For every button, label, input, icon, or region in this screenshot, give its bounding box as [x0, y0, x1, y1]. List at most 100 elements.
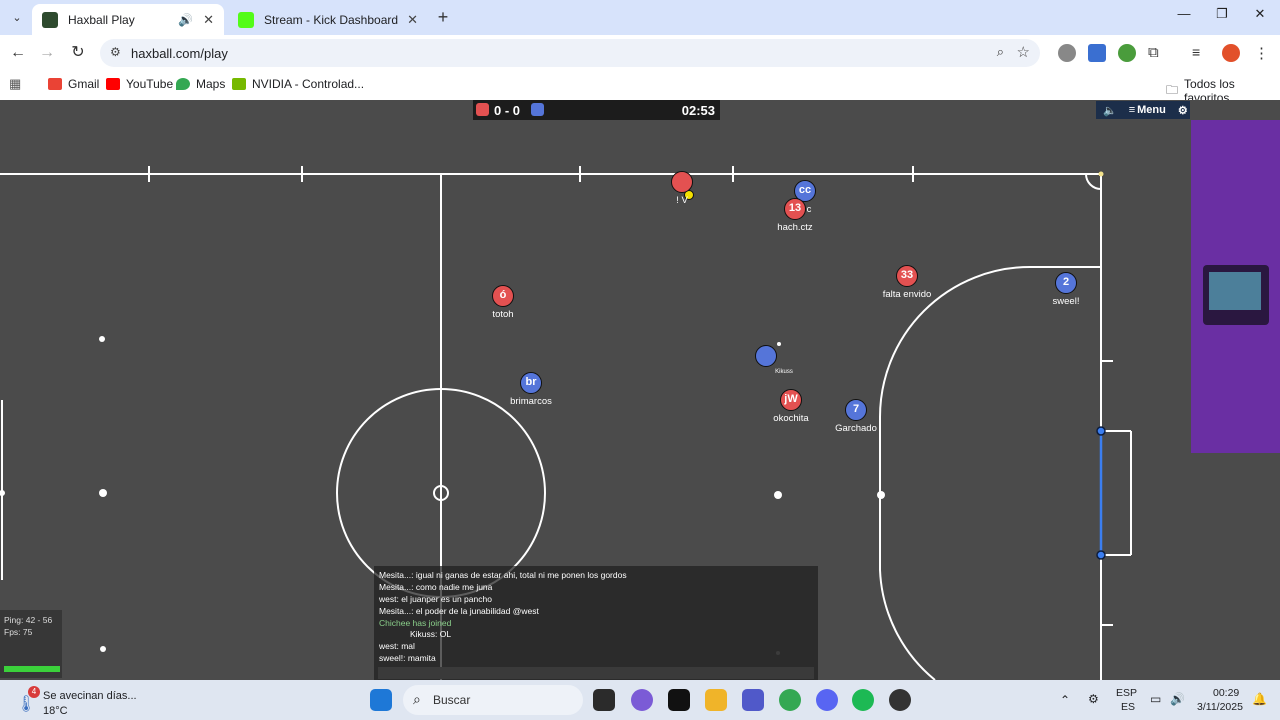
weather-title: Se avecinan días... — [43, 690, 137, 702]
extension-icon[interactable] — [1088, 44, 1106, 62]
player-name: ! V — [676, 195, 688, 206]
blue-team-icon — [531, 103, 544, 116]
menu-button[interactable]: Menu — [1137, 104, 1166, 116]
tab-kick[interactable]: Stream - Kick Dashboard ✕ — [228, 4, 428, 35]
game-menu-bar: 🔈 ≡ Menu ⚙ — [1096, 101, 1190, 119]
copilot-icon[interactable] — [631, 689, 653, 711]
score-bar: 0 - 0 02:53 — [473, 100, 720, 120]
field-marker — [777, 342, 781, 346]
new-tab-button[interactable]: + — [432, 7, 454, 29]
chat-message: west: mal — [379, 641, 415, 651]
search-placeholder: Buscar — [433, 693, 471, 707]
task-view-icon[interactable] — [593, 689, 615, 711]
player-disc: ó — [492, 285, 514, 307]
extensions-puzzle-icon[interactable]: ⧉ — [1148, 44, 1166, 62]
settings-gear-icon[interactable]: ⚙ — [1178, 104, 1188, 117]
chrome-icon[interactable] — [779, 689, 801, 711]
player-name: falta envido — [882, 289, 932, 300]
nvidia-icon — [232, 78, 246, 90]
player-disc: 7 — [845, 399, 867, 421]
goal-post — [1096, 426, 1106, 436]
gmail-icon — [48, 78, 62, 90]
player-name: brimarcos — [510, 396, 552, 407]
monitor-image — [1209, 272, 1261, 310]
teams-icon[interactable] — [742, 689, 764, 711]
close-window-button[interactable]: ✕ — [1242, 6, 1278, 28]
zoom-icon[interactable]: ⌕ — [997, 44, 1004, 60]
app-icon[interactable] — [889, 689, 911, 711]
clock-date[interactable]: 3/11/2025 — [1197, 701, 1243, 713]
media-control-icon[interactable]: ≡ — [1192, 44, 1210, 62]
chat-message: Mesita...: como nadie me juna — [379, 582, 493, 592]
chat-message: Mesita...: igual ni ganas de estar ahi, … — [379, 570, 627, 580]
address-bar[interactable]: ⚙ haxball.com/play ⌕ ☆ — [100, 39, 1040, 67]
player-name: okochita — [773, 413, 809, 424]
tray-app-icon[interactable]: ⚙ — [1088, 692, 1099, 706]
extension-icon[interactable] — [1118, 44, 1136, 62]
search-icon: ⌕ — [413, 691, 421, 707]
volume-icon[interactable]: 🔊 — [1170, 692, 1185, 706]
bookmark-maps[interactable]: Maps — [176, 77, 225, 91]
file-explorer-icon[interactable] — [705, 689, 727, 711]
windows-start-icon[interactable] — [370, 689, 392, 711]
tab-title: Haxball Play — [68, 12, 135, 27]
player-name: c — [806, 204, 812, 215]
player-disc: 33 — [896, 265, 918, 287]
chevron-up-icon[interactable]: ⌃ — [1060, 693, 1070, 707]
close-tab-icon[interactable]: ✕ — [407, 12, 418, 28]
chat-message: Kikuss: OL — [410, 629, 452, 639]
restore-button[interactable]: ❐ — [1204, 6, 1240, 28]
chat-message: Chichee has joined — [379, 618, 452, 628]
forward-button[interactable]: → — [36, 42, 58, 64]
folder-icon: 🗀 — [1166, 82, 1179, 97]
bookmark-gmail[interactable]: Gmail — [48, 77, 99, 91]
minimize-button[interactable]: — — [1166, 6, 1202, 28]
chat-input[interactable] — [378, 667, 814, 679]
bookmark-star-icon[interactable]: ☆ — [1017, 43, 1030, 61]
tab-haxball[interactable]: Haxball Play 🔊 ✕ — [32, 4, 224, 35]
player-disc: jW — [780, 389, 802, 411]
site-info-icon[interactable]: ⚙ — [110, 45, 121, 59]
player-name: totoh — [492, 309, 514, 320]
corner-post — [1098, 171, 1104, 177]
chat-box: Mesita...: igual ni ganas de estar ahi, … — [374, 566, 818, 680]
taskbar: 🌡 4 Se avecinan días... 18°C ⌕ Buscar ⌃ … — [0, 680, 1280, 720]
language-bottom[interactable]: ES — [1121, 701, 1135, 713]
game-viewport[interactable]: 0 - 0 02:53 🔈 ≡ Menu ⚙ ! V cc c 13 hach.… — [0, 100, 1280, 680]
bookmark-label: Gmail — [68, 77, 100, 91]
profile-avatar[interactable] — [1222, 44, 1240, 62]
notifications-icon[interactable]: 🔔 — [1252, 692, 1267, 706]
network-icon[interactable]: ▭ — [1150, 692, 1161, 706]
chat-message: sweel!: mamita — [379, 653, 436, 663]
chat-message: Mesita...: el poder de la junabilidad @w… — [379, 606, 539, 616]
capcut-icon[interactable] — [668, 689, 690, 711]
hamburger-icon[interactable]: ≡ — [1129, 104, 1135, 116]
url-text[interactable]: haxball.com/play — [131, 46, 228, 61]
spotify-icon[interactable] — [852, 689, 874, 711]
tab-strip: ⌄ Haxball Play 🔊 ✕ Stream - Kick Dashboa… — [0, 0, 1280, 35]
red-team-icon — [476, 103, 489, 116]
bookmark-youtube[interactable]: YouTube — [106, 77, 173, 91]
apps-grid-icon[interactable]: ▦ — [9, 77, 23, 91]
close-tab-icon[interactable]: ✕ — [203, 12, 214, 28]
player-name: Garchado — [835, 423, 877, 434]
score-text: 0 - 0 — [494, 103, 521, 118]
field-marker — [0, 490, 5, 496]
reload-button[interactable]: ↻ — [67, 42, 89, 64]
extension-icon[interactable] — [1058, 44, 1076, 62]
taskbar-search[interactable]: ⌕ Buscar — [403, 685, 583, 715]
bookmark-nvidia[interactable]: NVIDIA - Controlad... — [232, 77, 364, 91]
tab-search-button[interactable]: ⌄ — [6, 8, 28, 28]
more-menu-icon[interactable]: ⋮ — [1254, 44, 1272, 62]
player-disc: 2 — [1055, 272, 1077, 294]
player-disc — [755, 345, 777, 367]
clock-time[interactable]: 00:29 — [1213, 687, 1239, 699]
discord-icon[interactable] — [816, 689, 838, 711]
stream-overlay-panel — [1191, 120, 1280, 453]
back-button[interactable]: ← — [7, 42, 29, 64]
sound-icon[interactable]: 🔈 — [1103, 104, 1117, 117]
speaker-icon[interactable]: 🔊 — [178, 13, 193, 27]
field-marker — [99, 336, 105, 342]
language-top[interactable]: ESP — [1116, 687, 1137, 699]
bookmarks-bar: ▦ Gmail YouTube Maps NVIDIA - Controlad.… — [0, 71, 1280, 105]
